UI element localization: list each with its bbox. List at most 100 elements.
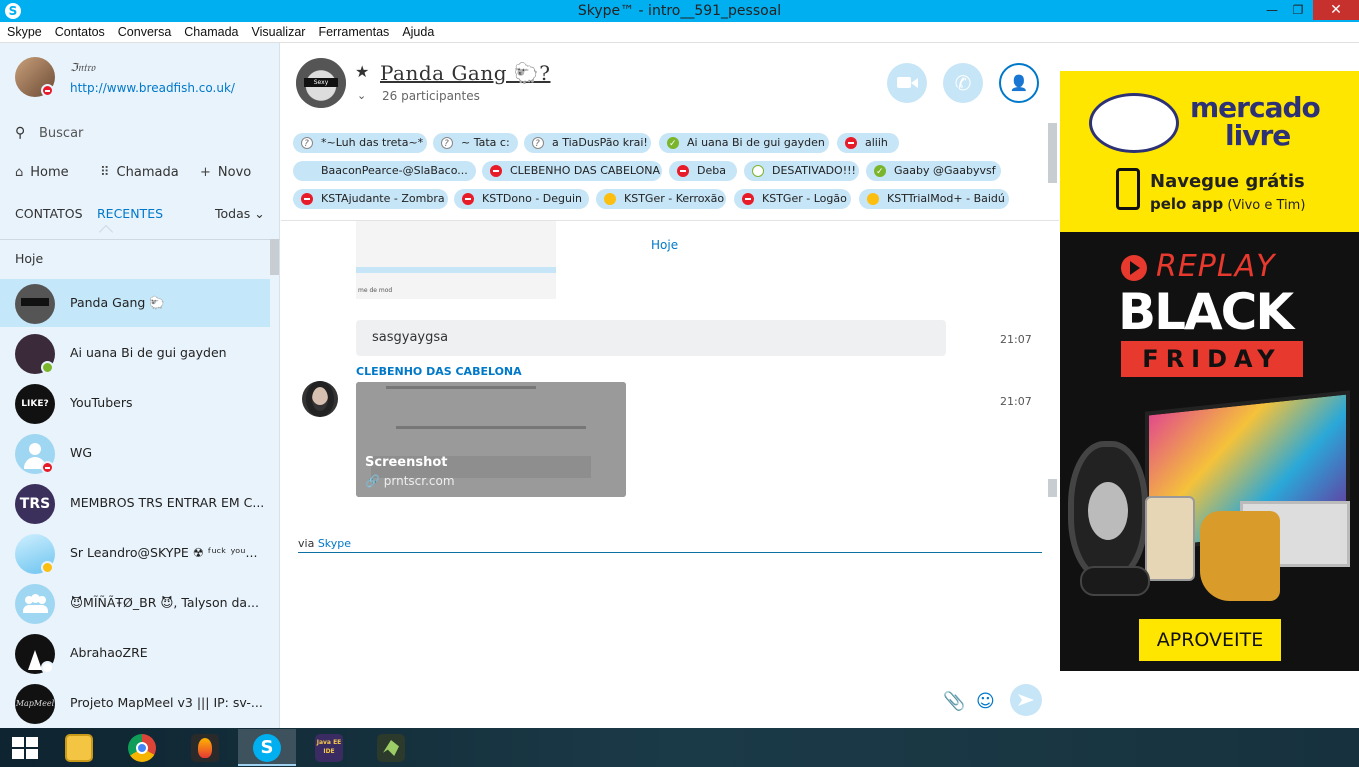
messages-scrollbar[interactable] xyxy=(1048,479,1057,497)
add-user-icon: 👤 xyxy=(1009,74,1029,92)
participant-chip[interactable]: a TiaDusPão krai! xyxy=(524,133,651,153)
link-icon: 🔗 xyxy=(365,474,380,488)
message-sender[interactable]: CLEBENHO DAS CABELONA xyxy=(356,365,522,378)
ad-mercadolivre[interactable]: mercado livre Navegue grátis pelo app (V… xyxy=(1060,71,1359,232)
contact-item[interactable]: AbrahaoZRE xyxy=(0,629,270,677)
profile-mood-link[interactable]: http://www.breadfish.co.uk/ xyxy=(70,81,235,95)
menu-bar: Skype Contatos Conversa Chamada Visualizar Fe… xyxy=(0,22,1359,43)
message-input[interactable]: via Skype xyxy=(298,533,1042,553)
call-button[interactable]: ⠿ Chamada xyxy=(100,165,179,180)
participant-chip[interactable]: KSTDono - Deguin xyxy=(454,189,589,209)
window-title: Skype™ - intro__591_pessoal xyxy=(577,3,782,19)
taskbar-chrome[interactable] xyxy=(113,729,171,766)
contact-item[interactable]: Panda Gang 🐑 xyxy=(0,279,270,327)
contact-name: Projeto MapMeel v3 ||| IP: sv-... xyxy=(70,695,263,710)
participant-chip[interactable]: *~Luh das treta~* xyxy=(293,133,427,153)
profile-status-busy-icon xyxy=(41,84,54,97)
chrome-icon xyxy=(128,734,156,762)
status-online-icon xyxy=(41,361,54,374)
contact-item[interactable]: Sr Leandro@SKYPE ☢ ᶠᵘᶜᵏ ʸᵒᵘ... xyxy=(0,529,270,577)
contact-name: MEMBROS TRS ENTRAR EM C... xyxy=(70,495,265,510)
filter-dropdown[interactable]: Todas ⌄ xyxy=(215,206,265,221)
participant-name: aliih xyxy=(865,136,888,149)
home-button[interactable]: ⌂ Home xyxy=(15,165,69,180)
contact-name: Ai uana Bi de gui gayden xyxy=(70,345,227,360)
status-busy-icon xyxy=(677,165,689,177)
menu-chamada[interactable]: Chamada xyxy=(177,22,244,39)
advertisement-banner[interactable]: mercado livre Navegue grátis pelo app (V… xyxy=(1060,71,1359,671)
participant-name: CLEBENHO DAS CABELONA xyxy=(510,164,661,177)
ad-cta-button[interactable]: APROVEITE xyxy=(1139,619,1281,661)
contact-item[interactable]: MapMeel Projeto MapMeel v3 ||| IP: sv-..… xyxy=(0,679,270,727)
new-button[interactable]: + Novo xyxy=(200,165,251,180)
profile[interactable]: ℑ𝔫𝔱𝔯𝔬 http://www.breadfish.co.uk/ xyxy=(15,57,275,101)
participant-name: DESATIVADO!!! xyxy=(772,164,856,177)
contact-item[interactable]: 😈MĨÑÃŦØ_BR 😈, Talyson da... xyxy=(0,579,270,627)
search-box[interactable]: ⚲ Buscar xyxy=(15,125,265,143)
menu-ajuda[interactable]: Ajuda xyxy=(395,22,440,39)
group-avatar[interactable]: Sexy xyxy=(296,58,346,108)
emoticon-icon[interactable]: ☺ xyxy=(976,691,995,712)
participant-chip[interactable]: Gaaby @Gaabyvsf xyxy=(866,161,1001,181)
participant-chip[interactable]: DESATIVADO!!! xyxy=(744,161,859,181)
image-thumbnail[interactable]: me de mod xyxy=(356,221,556,299)
menu-skype[interactable]: Skype xyxy=(0,22,48,39)
menu-ferramentas[interactable]: Ferramentas xyxy=(311,22,395,39)
tab-contacts[interactable]: CONTATOS xyxy=(15,206,83,221)
windows-start-icon[interactable] xyxy=(12,737,38,759)
participant-chip[interactable]: KSTTrialMod+ - Baidú xyxy=(859,189,1009,209)
profile-name[interactable]: ℑ𝔫𝔱𝔯𝔬 xyxy=(70,61,95,75)
chevron-down-icon[interactable]: ⌄ xyxy=(357,89,366,102)
sender-avatar[interactable] xyxy=(302,381,338,417)
contact-item[interactable]: TRS MEMBROS TRS ENTRAR EM C... xyxy=(0,479,270,527)
participant-count[interactable]: 26 participantes xyxy=(382,89,480,103)
attach-paperclip-icon[interactable]: 📎 xyxy=(943,691,965,712)
participant-name: a TiaDusPão krai! xyxy=(552,136,648,149)
participant-chip[interactable]: ~ Tata c: xyxy=(433,133,518,153)
search-placeholder[interactable]: Buscar xyxy=(39,126,83,141)
maximize-button[interactable]: ❐ xyxy=(1283,0,1313,20)
favorite-star-icon[interactable]: ★ xyxy=(355,62,369,81)
link-preview-card[interactable]: Screenshot 🔗 prntscr.com xyxy=(356,382,626,497)
menu-conversa[interactable]: Conversa xyxy=(111,22,178,39)
via-skype-link[interactable]: Skype xyxy=(318,537,351,550)
participant-chip[interactable]: Ai uana Bi de gui gayden xyxy=(659,133,829,153)
taskbar-file-explorer[interactable] xyxy=(50,729,108,766)
conversation-title[interactable]: Panda Gang 🐑? xyxy=(380,61,551,85)
close-button[interactable]: ✕ xyxy=(1313,0,1359,20)
contact-item[interactable]: WG xyxy=(0,429,270,477)
participant-chip[interactable]: KSTAjudante - Zombra xyxy=(293,189,448,209)
participants-scrollbar[interactable] xyxy=(1048,123,1057,183)
send-button[interactable] xyxy=(1010,684,1042,716)
status-away-icon xyxy=(41,561,54,574)
participant-chip[interactable]: BaaconPearce-@SlaBaco... xyxy=(293,161,476,181)
participant-name: Gaaby @Gaabyvsf xyxy=(894,164,996,177)
participant-chip[interactable]: CLEBENHO DAS CABELONA xyxy=(482,161,662,181)
participant-chip[interactable]: KSTGer - Kerroxão xyxy=(596,189,726,209)
participant-name: KSTGer - Kerroxão xyxy=(624,192,725,205)
taskbar-skype[interactable]: S xyxy=(238,729,296,766)
participant-name: KSTAjudante - Zombra xyxy=(321,192,445,205)
tab-recent[interactable]: RECENTES xyxy=(97,206,163,221)
contact-avatar xyxy=(15,284,55,324)
audio-call-button[interactable]: ✆ xyxy=(943,63,983,103)
ad-black: BLACK xyxy=(1118,283,1294,341)
status-busy-icon xyxy=(41,461,54,474)
contacts-scrollbar[interactable] xyxy=(270,239,279,275)
taskbar-java-ee-ide[interactable]: Java EE IDE xyxy=(300,729,358,766)
contact-item[interactable]: Ai uana Bi de gui gayden xyxy=(0,329,270,377)
add-participant-button[interactable]: 👤 xyxy=(999,63,1039,103)
video-call-button[interactable] xyxy=(887,63,927,103)
menu-contatos[interactable]: Contatos xyxy=(48,22,111,39)
left-pane: ℑ𝔫𝔱𝔯𝔬 http://www.breadfish.co.uk/ ⚲ Busc… xyxy=(0,43,280,728)
taskbar-other-app[interactable] xyxy=(362,729,420,766)
taskbar-flame-app[interactable] xyxy=(176,729,234,766)
menu-visualizar[interactable]: Visualizar xyxy=(244,22,311,39)
participant-chip[interactable]: Deba xyxy=(669,161,737,181)
contact-item[interactable]: LIKE? xD YouTubers xyxy=(0,379,270,427)
message-bubble[interactable]: sasgyaygsa xyxy=(356,320,946,356)
participant-chip[interactable]: KSTGer - Logão xyxy=(734,189,851,209)
participant-name: *~Luh das treta~* xyxy=(321,136,424,149)
participant-chip[interactable]: aliih xyxy=(837,133,899,153)
new-label: Novo xyxy=(217,165,252,180)
